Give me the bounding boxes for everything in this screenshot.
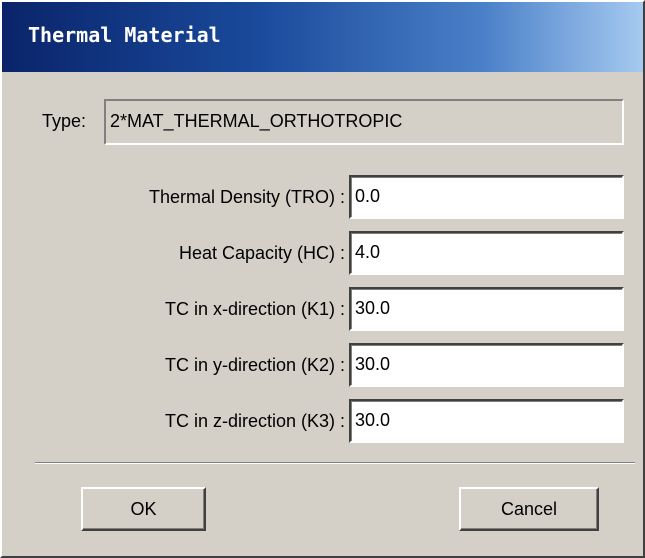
- tc-x-label: TC in x-direction (K1) :: [164, 299, 345, 319]
- tc-z-input[interactable]: 30.0: [349, 399, 624, 443]
- separator-highlight: [35, 463, 635, 464]
- window-title: Thermal Material: [28, 23, 221, 47]
- thermal-material-dialog: Thermal Material Type: 2*MAT_THERMAL_ORT…: [0, 0, 645, 558]
- tc-y-label: TC in y-direction (K2) :: [164, 355, 345, 375]
- thermal-density-label: Thermal Density (TRO) :: [148, 187, 345, 207]
- type-field: 2*MAT_THERMAL_ORTHOTROPIC: [104, 99, 624, 145]
- heat-capacity-input[interactable]: 4.0: [349, 231, 624, 275]
- tc-x-input[interactable]: 30.0: [349, 287, 624, 331]
- ok-button[interactable]: OK: [81, 487, 206, 531]
- type-label: Type:: [42, 111, 87, 131]
- title-bar[interactable]: Thermal Material: [2, 2, 643, 72]
- tc-y-input[interactable]: 30.0: [349, 343, 624, 387]
- thermal-density-input[interactable]: 0.0: [349, 175, 624, 219]
- tc-z-label: TC in z-direction (K3) :: [164, 411, 345, 431]
- heat-capacity-label: Heat Capacity (HC) :: [178, 243, 345, 263]
- cancel-button[interactable]: Cancel: [459, 487, 599, 531]
